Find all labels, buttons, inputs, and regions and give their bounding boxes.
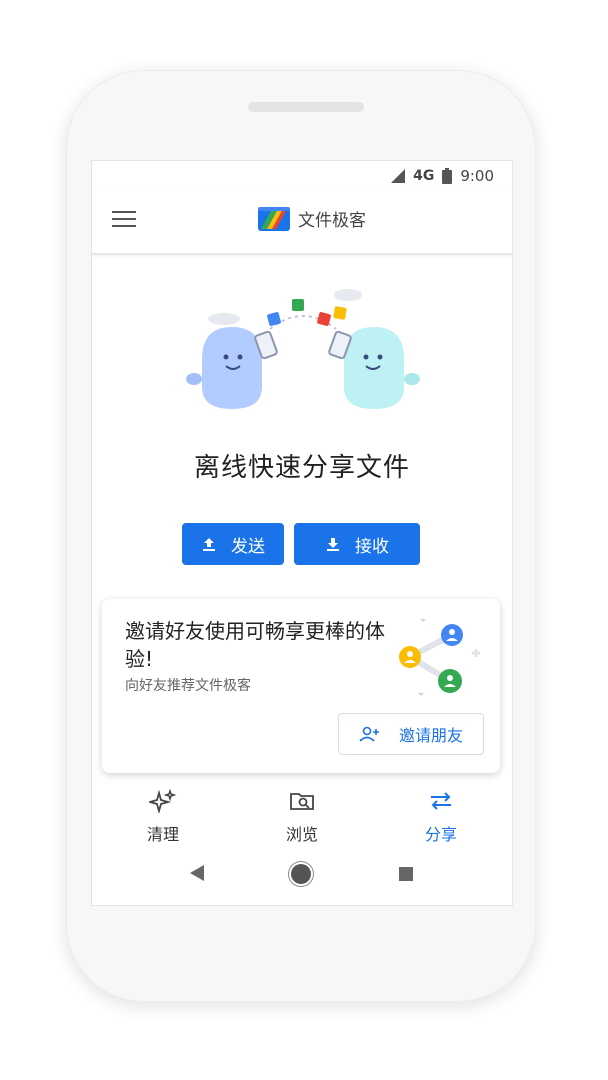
nav-browse[interactable]: 浏览 (247, 789, 357, 845)
invite-card: 邀请好友使用可畅享更棒的体验! 向好友推荐文件极客 邀请朋友 (102, 599, 500, 773)
nav-clean-label: 清理 (146, 825, 179, 844)
nav-share-label: 分享 (424, 825, 457, 844)
sparkle-icon (146, 788, 177, 815)
menu-icon-line (112, 225, 136, 227)
network-indicator: 4G (413, 168, 435, 184)
invite-title: 邀请好友使用可畅享更棒的体验! (125, 619, 385, 671)
phone-speaker (248, 102, 364, 112)
back-icon[interactable] (190, 865, 204, 881)
battery-icon (442, 168, 453, 184)
offline-share-illustration (186, 289, 420, 409)
send-button[interactable]: 发送 (182, 523, 284, 565)
invite-friends-label: 邀请朋友 (398, 726, 463, 745)
signal-icon (391, 169, 406, 183)
download-icon (327, 538, 339, 551)
share-network-illustration (399, 619, 480, 696)
page-headline: 离线快速分享文件 (193, 453, 410, 483)
home-icon[interactable] (291, 864, 311, 884)
clock: 9:00 (460, 167, 494, 185)
system-navigation (92, 851, 512, 901)
nav-clean[interactable]: 清理 (108, 788, 218, 845)
app-title: 文件极客 (298, 210, 366, 231)
folder-search-icon (290, 793, 314, 810)
app-screen: 4G 9:00 文件极客 离线快速分享文件 发送 接收 邀请好友使用可畅享更棒的… (91, 160, 513, 906)
send-label: 发送 (231, 536, 265, 557)
app-brand: 文件极客 (258, 205, 366, 231)
add-person-icon (359, 726, 379, 742)
recent-apps-icon[interactable] (399, 867, 413, 881)
swap-arrows-icon (431, 792, 451, 810)
status-bar: 4G 9:00 (92, 161, 512, 189)
nav-share[interactable]: 分享 (386, 789, 496, 845)
menu-button[interactable] (112, 211, 136, 231)
upload-icon (203, 538, 215, 551)
bottom-navigation: 清理 浏览 分享 (92, 783, 512, 845)
receive-label: 接收 (355, 536, 389, 557)
app-bar: 文件极客 (92, 189, 512, 255)
menu-icon-line (112, 218, 136, 220)
menu-icon (112, 211, 136, 213)
nav-browse-label: 浏览 (285, 825, 318, 844)
invite-friends-button[interactable]: 邀请朋友 (338, 713, 484, 755)
receive-button[interactable]: 接收 (294, 523, 420, 565)
invite-subtitle: 向好友推荐文件极客 (125, 678, 251, 694)
app-logo-icon (258, 207, 290, 231)
